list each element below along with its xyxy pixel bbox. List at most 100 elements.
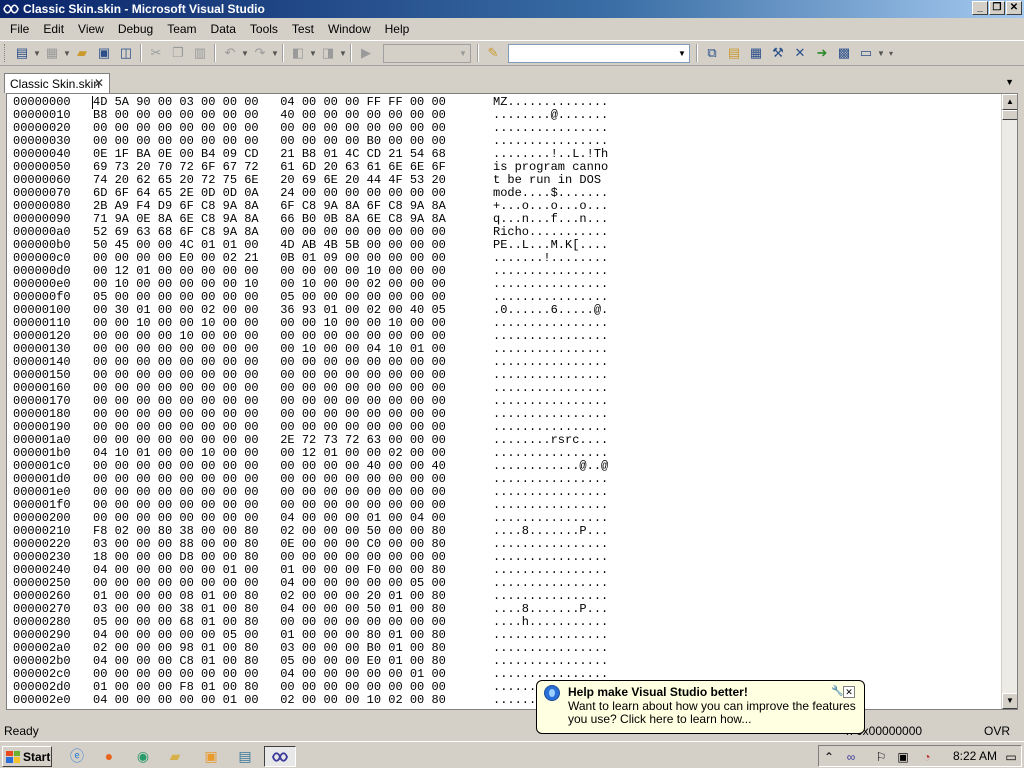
ie-icon[interactable]: ⓔ (66, 746, 88, 766)
chevron-down-icon[interactable]: ▼ (339, 49, 347, 58)
find-combo[interactable]: ▼ (508, 43, 690, 63)
menu-help[interactable]: Help (378, 19, 417, 39)
object-browser-icon[interactable]: ▦ (745, 42, 767, 64)
menu-debug[interactable]: Debug (111, 19, 160, 39)
hex-bytes[interactable]: 04 00 00 00 00 00 01 00 02 00 00 00 10 0… (93, 694, 493, 707)
save-icon[interactable]: ▣ (93, 42, 115, 64)
close-button[interactable]: ✕ (1006, 1, 1022, 15)
taskbar: Start ⓔ ● ◉ ▰ ▣ ▤ ⌃ ∞ ⚐ ▣ ◔ 8:22 AM ▭ (0, 741, 1024, 768)
add-project-icon[interactable]: ▦ (41, 42, 63, 64)
toolbar-grip[interactable] (4, 44, 7, 62)
navigate-backward-icon[interactable]: ◧ (287, 42, 309, 64)
save-all-icon[interactable]: ◫ (115, 42, 137, 64)
restore-button[interactable]: ❐ (989, 1, 1005, 15)
menu-edit[interactable]: Edit (36, 19, 71, 39)
tools-icon[interactable]: ✕ (789, 42, 811, 64)
open-icon[interactable]: ▰ (71, 42, 93, 64)
menu-bar: File Edit View Debug Team Data Tools Tes… (0, 19, 1024, 39)
solution-explorer-icon[interactable]: ⧉ (701, 42, 723, 64)
properties-icon[interactable]: ▤ (723, 42, 745, 64)
redo-icon[interactable]: ↷ (249, 42, 271, 64)
chevron-down-icon[interactable]: ▼ (63, 49, 71, 58)
hex-row[interactable]: 000002e0 04 00 00 00 00 00 01 00 02 00 00… (13, 694, 623, 707)
toolbar-separator (282, 44, 284, 62)
minimize-button[interactable]: _ (972, 1, 988, 15)
balloon-close-button[interactable]: ✕ (843, 686, 855, 698)
menu-test[interactable]: Test (285, 19, 321, 39)
toolbar-separator (477, 44, 479, 62)
menu-data[interactable]: Data (204, 19, 243, 39)
menu-file[interactable]: File (3, 19, 36, 39)
balloon-title: Help make Visual Studio better! (568, 685, 748, 699)
find-in-files-icon[interactable]: ✎ (482, 42, 504, 64)
status-bar: Ready n 0x00000000 OVR (0, 721, 1024, 741)
toolbox-icon[interactable]: ⚒ (767, 42, 789, 64)
window-title: Classic Skin.skin - Microsoft Visual Stu… (23, 2, 265, 16)
network-icon[interactable]: ▣ (895, 749, 911, 765)
scroll-down-icon[interactable]: ▼ (1002, 693, 1017, 709)
menu-team[interactable]: Team (160, 19, 203, 39)
overwrite-indicator: OVR (983, 724, 1010, 738)
scrollbar-thumb[interactable] (1002, 110, 1017, 120)
document-tab-label: Classic Skin.skin (10, 76, 101, 91)
hex-view[interactable]: 00000000 4D 5A 90 00 03 00 00 00 04 00 00… (13, 96, 623, 707)
toolbar-separator (350, 44, 352, 62)
document-tab-strip: Classic Skin.skin ✕ ▼ (0, 67, 1024, 93)
chevron-down-icon[interactable]: ▼ (456, 45, 470, 62)
chevron-down-icon[interactable]: ▼ (241, 49, 249, 58)
standard-toolbar: ▤ ▼ ▦ ▼ ▰ ▣ ◫ ✂ ❐ ▥ ↶ ▼ ↷ ▼ ◧ ▼ ◨ ▼ ▶ ▼ ✎ ▼ ⧉ … (0, 40, 1024, 66)
display-icon[interactable]: ▭ (1003, 749, 1019, 765)
toolbar-options-icon[interactable]: ▾ (887, 49, 895, 58)
firefox-icon[interactable]: ● (98, 746, 120, 766)
folder-icon[interactable]: ▰ (164, 746, 186, 766)
chevron-down-icon[interactable]: ▼ (271, 49, 279, 58)
notification-balloon[interactable]: Help make Visual Studio better! Want to … (536, 680, 865, 734)
visual-studio-tray-icon[interactable]: ∞ (843, 749, 859, 765)
visual-studio-icon (272, 751, 288, 762)
start-button[interactable]: Start (2, 746, 52, 767)
start-label: Start (23, 749, 51, 764)
title-bar[interactable]: Classic Skin.skin - Microsoft Visual Stu… (0, 0, 1024, 18)
start-page-icon[interactable]: ➜ (811, 42, 833, 64)
navigate-forward-icon[interactable]: ◨ (317, 42, 339, 64)
chevron-down-icon[interactable]: ▼ (309, 49, 317, 58)
class-view-icon[interactable]: ▩ (833, 42, 855, 64)
remote-desktop-icon[interactable]: ▤ (234, 746, 256, 766)
toolbar-separator (140, 44, 142, 62)
show-hidden-icon[interactable]: ⌃ (821, 749, 837, 765)
chevron-down-icon[interactable]: ▼ (33, 49, 41, 58)
add-item-icon[interactable]: ▤ (11, 42, 33, 64)
vertical-scrollbar[interactable]: ▲ ▼ (1001, 94, 1017, 709)
windows-flag-icon (6, 750, 20, 763)
clock[interactable]: 8:22 AM (953, 749, 997, 763)
active-files-dropdown-icon[interactable]: ▼ (1005, 77, 1014, 87)
visual-studio-task-button[interactable] (264, 746, 296, 767)
options-wrench-icon[interactable]: 🔧 (831, 686, 843, 698)
text-caret (92, 96, 93, 109)
flag-icon[interactable]: ⚐ (873, 749, 889, 765)
hex-address: 000002e0 (13, 693, 71, 707)
copy-icon[interactable]: ❐ (167, 42, 189, 64)
menu-window[interactable]: Window (321, 19, 378, 39)
cut-icon[interactable]: ✂ (145, 42, 167, 64)
solution-config-combo[interactable]: ▼ (383, 43, 471, 63)
media-icon[interactable]: ▣ (200, 746, 222, 766)
visual-studio-icon (3, 2, 19, 16)
command-window-icon[interactable]: ▭ (855, 42, 877, 64)
undo-icon[interactable]: ↶ (219, 42, 241, 64)
menu-view[interactable]: View (71, 19, 111, 39)
close-icon[interactable]: ✕ (94, 76, 104, 90)
chevron-down-icon[interactable]: ▼ (877, 49, 885, 58)
toolbar-separator (696, 44, 698, 62)
start-icon[interactable]: ▶ (355, 42, 377, 64)
document-tab[interactable]: Classic Skin.skin ✕ (4, 73, 110, 93)
scroll-up-icon[interactable]: ▲ (1002, 94, 1017, 110)
binary-editor[interactable]: 00000000 4D 5A 90 00 03 00 00 00 04 00 00… (6, 93, 1018, 710)
menu-tools[interactable]: Tools (243, 19, 285, 39)
globe-icon[interactable]: ◉ (132, 746, 154, 766)
balloon-text[interactable]: Want to learn about how you can improve … (568, 700, 860, 726)
paste-icon[interactable]: ▥ (189, 42, 211, 64)
info-icon (544, 685, 560, 701)
volume-muted-icon[interactable]: ◔ (919, 749, 935, 765)
chevron-down-icon[interactable]: ▼ (675, 45, 689, 62)
